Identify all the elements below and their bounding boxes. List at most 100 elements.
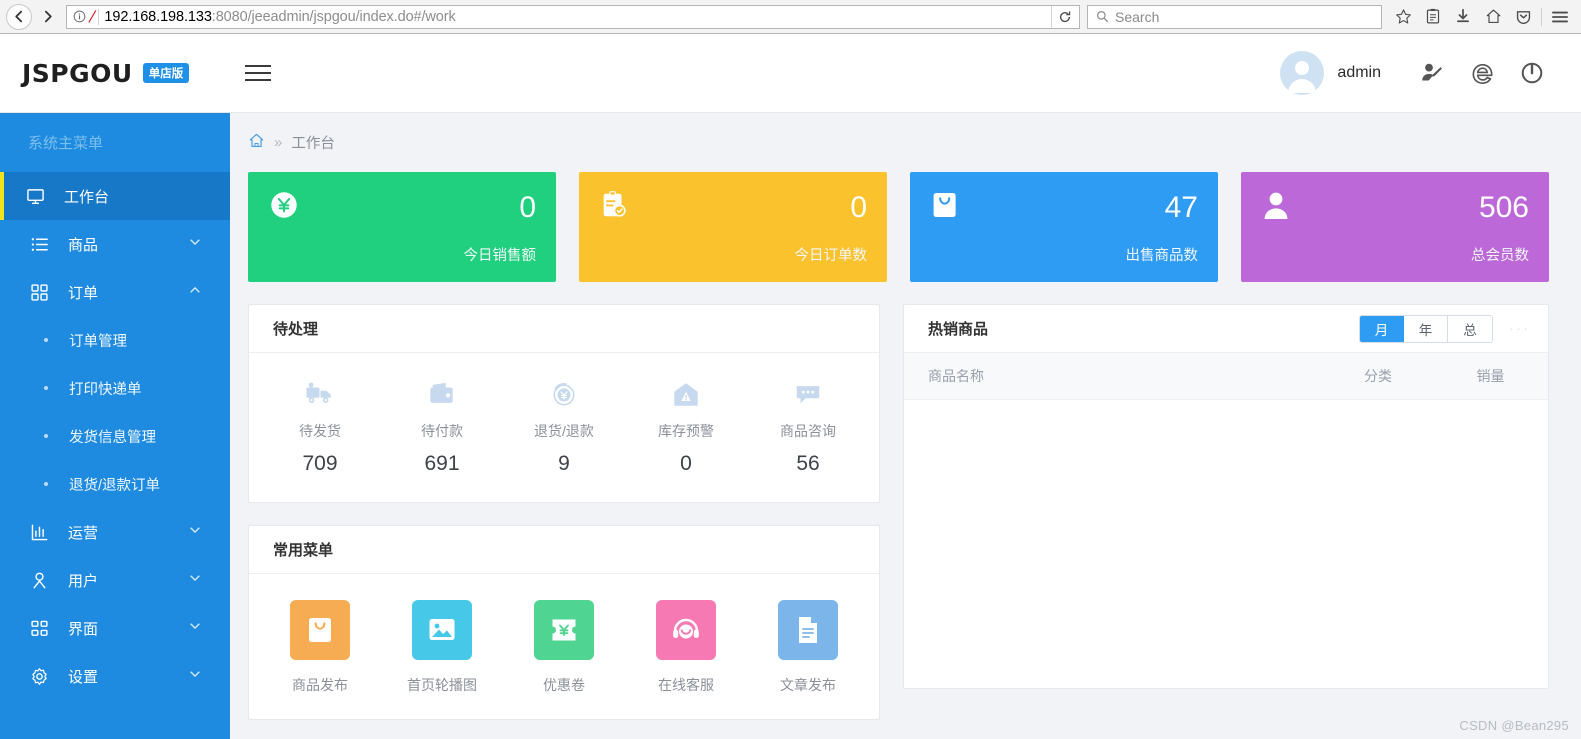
left-column: 待处理 待发货 709 待付款 691 退货/退款 9 库存预警 0 商品咨询 … bbox=[248, 304, 880, 720]
stat-label: 出售商品数 bbox=[1125, 248, 1199, 264]
warehouse-warning-icon bbox=[625, 377, 747, 411]
layout-icon bbox=[30, 619, 52, 638]
bookmark-star-icon[interactable] bbox=[1388, 4, 1418, 30]
shortcut-publish-product[interactable]: 商品发布 bbox=[259, 600, 381, 695]
home-icon[interactable] bbox=[1478, 4, 1508, 30]
toggle-month[interactable]: 月 bbox=[1360, 315, 1404, 342]
sidebar-item-interface[interactable]: 界面 bbox=[0, 604, 230, 652]
avatar[interactable] bbox=[1280, 51, 1325, 95]
todo-item-stock-warning[interactable]: 库存预警 0 bbox=[625, 377, 747, 476]
tracking-protection-icon[interactable]: ⧸ bbox=[89, 9, 93, 25]
stat-card-today-sales[interactable]: 0 今日销售额 bbox=[248, 172, 556, 282]
todo-item-pending-shipment[interactable]: 待发货 709 bbox=[259, 377, 381, 476]
sidebar-item-settings[interactable]: 设置 bbox=[0, 652, 230, 700]
chevron-down-icon bbox=[188, 571, 202, 589]
reload-button[interactable] bbox=[1051, 5, 1077, 28]
forward-button[interactable] bbox=[34, 4, 60, 30]
browser-nav-buttons bbox=[6, 3, 66, 30]
truck-icon bbox=[259, 377, 381, 411]
stat-value: 0 bbox=[850, 191, 867, 224]
hot-products-header: 热销商品 月 年 总 ··· bbox=[904, 305, 1548, 353]
stat-card-products-on-sale[interactable]: 47 出售商品数 bbox=[910, 172, 1218, 282]
browser-toolbar-icons bbox=[1388, 4, 1575, 30]
todo-item-value: 0 bbox=[680, 452, 692, 475]
stat-label: 今日销售额 bbox=[463, 248, 537, 264]
sidebar-subitem-label: 订单管理 bbox=[69, 333, 127, 350]
shortcut-online-service[interactable]: 在线客服 bbox=[625, 600, 747, 695]
sidebar-item-orders[interactable]: 订单 bbox=[0, 268, 230, 316]
shortcut-panel: 常用菜单 商品发布 首页轮播图 优惠卷 在线客服 文章发布 bbox=[248, 525, 880, 720]
url-bar[interactable]: ⧸ 192.168.198.133:8080/jeeadmin/jspgou/i… bbox=[66, 4, 1080, 29]
library-icon[interactable] bbox=[1418, 4, 1448, 30]
sidebar-item-operations[interactable]: 运营 bbox=[0, 508, 230, 556]
shopping-bag-icon bbox=[930, 189, 960, 226]
search-icon bbox=[1097, 11, 1109, 23]
site-identity[interactable]: ⧸ bbox=[73, 9, 93, 25]
bullet-icon bbox=[44, 482, 48, 486]
pocket-icon[interactable] bbox=[1508, 4, 1538, 30]
power-icon[interactable] bbox=[1507, 51, 1557, 95]
shortcut-home-carousel[interactable]: 首页轮播图 bbox=[381, 600, 503, 695]
column-sales: 销量 bbox=[1433, 353, 1548, 400]
todo-item-product-inquiry[interactable]: 商品咨询 56 bbox=[747, 377, 869, 476]
panel-title: 热销商品 bbox=[928, 321, 989, 338]
shortcut-label: 首页轮播图 bbox=[407, 677, 477, 693]
table-header-row: 商品名称 分类 销量 bbox=[904, 353, 1548, 400]
stat-value: 506 bbox=[1478, 191, 1529, 224]
table-empty-cell bbox=[904, 400, 1548, 688]
sidebar-subitem-print-waybill[interactable]: 打印快递单 bbox=[0, 364, 230, 412]
stat-top: 506 bbox=[1261, 189, 1529, 226]
back-button[interactable] bbox=[6, 3, 32, 30]
sidebar-toggle-button[interactable] bbox=[245, 57, 277, 89]
todo-item-return-refund[interactable]: 退货/退款 9 bbox=[503, 377, 625, 476]
chevron-down-icon bbox=[188, 619, 202, 637]
header-user-area: admin bbox=[1280, 51, 1557, 95]
todo-item-value: 9 bbox=[558, 452, 570, 475]
sidebar-subitem-return-refund[interactable]: 退货/退款订单 bbox=[0, 460, 230, 508]
chevron-down-icon bbox=[188, 523, 202, 541]
url-path: :8080/jeeadmin/jspgou/index.do#/work bbox=[211, 8, 456, 25]
panel-title: 常用菜单 bbox=[273, 542, 334, 559]
sidebar-subitem-shipping-info[interactable]: 发货信息管理 bbox=[0, 412, 230, 460]
user-edit-icon[interactable] bbox=[1407, 51, 1457, 95]
sidebar-subitem-label: 发货信息管理 bbox=[69, 429, 156, 446]
clipboard-check-icon bbox=[599, 189, 629, 226]
right-column: 热销商品 月 年 总 ··· 商品名称 分类 销量 bbox=[903, 304, 1549, 689]
sidebar-item-label: 运营 bbox=[68, 524, 99, 542]
logo-badge: 单店版 bbox=[142, 63, 190, 83]
sidebar-item-products[interactable]: 商品 bbox=[0, 220, 230, 268]
hamburger-line bbox=[245, 65, 271, 67]
shortcut-label: 商品发布 bbox=[292, 677, 348, 693]
toggle-total[interactable]: 总 bbox=[1448, 315, 1492, 342]
toggle-year[interactable]: 年 bbox=[1404, 315, 1448, 342]
search-bar[interactable]: Search bbox=[1087, 4, 1382, 29]
sidebar-item-users[interactable]: 用户 bbox=[0, 556, 230, 604]
gear-icon bbox=[30, 667, 52, 686]
sidebar: 系统主菜单 工作台 商品 订单 订单管理 打印快递单 发货信息管理 退货/退款订… bbox=[0, 113, 230, 739]
shortcut-publish-article[interactable]: 文章发布 bbox=[747, 600, 869, 695]
stat-card-today-orders[interactable]: 0 今日订单数 bbox=[579, 172, 887, 282]
menu-icon[interactable] bbox=[1545, 4, 1575, 30]
home-icon[interactable] bbox=[248, 132, 265, 153]
sidebar-subitem-order-manage[interactable]: 订单管理 bbox=[0, 316, 230, 364]
user-name: admin bbox=[1337, 64, 1381, 81]
hamburger-line bbox=[245, 72, 271, 74]
stat-label: 总会员数 bbox=[1471, 248, 1529, 264]
period-toggle-group: 月 年 总 bbox=[1359, 314, 1493, 343]
sidebar-item-workbench[interactable]: 工作台 bbox=[0, 172, 230, 220]
stat-card-total-members[interactable]: 506 总会员数 bbox=[1241, 172, 1549, 282]
sidebar-item-label: 工作台 bbox=[64, 188, 110, 206]
more-options-icon[interactable]: ··· bbox=[1509, 320, 1530, 337]
sidebar-item-label: 界面 bbox=[68, 620, 99, 638]
todo-panel: 待处理 待发货 709 待付款 691 退货/退款 9 库存预警 0 商品咨询 … bbox=[248, 304, 880, 503]
stat-top: 0 bbox=[599, 189, 867, 226]
browser-e-icon[interactable] bbox=[1457, 51, 1507, 95]
downloads-icon[interactable] bbox=[1448, 4, 1478, 30]
app-logo[interactable]: JSPGOU 单店版 bbox=[22, 59, 215, 88]
watermark: CSDN @Bean295 bbox=[1459, 718, 1569, 733]
chevron-up-icon bbox=[188, 283, 202, 301]
todo-item-pending-payment[interactable]: 待付款 691 bbox=[381, 377, 503, 476]
search-input-placeholder[interactable]: Search bbox=[1115, 9, 1159, 25]
stat-value: 47 bbox=[1164, 191, 1198, 224]
shortcut-coupon[interactable]: 优惠卷 bbox=[503, 600, 625, 695]
